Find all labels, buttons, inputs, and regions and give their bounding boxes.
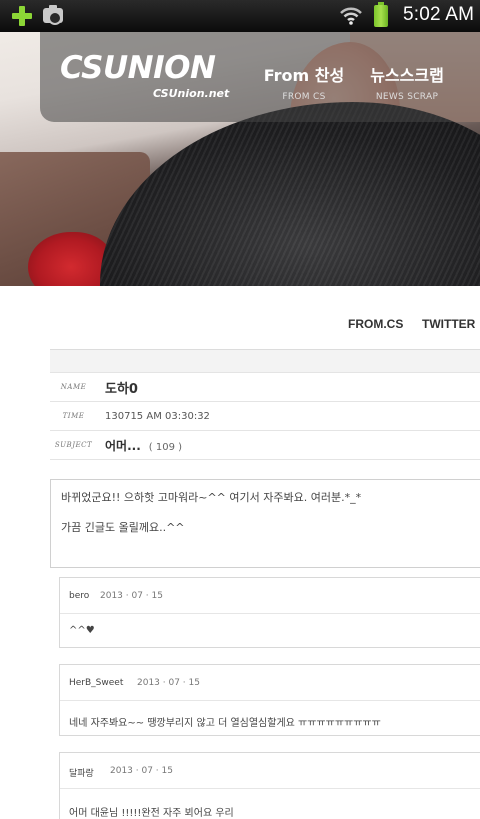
camera-icon[interactable] (43, 5, 63, 25)
clock: 5:02 AM (403, 4, 475, 25)
subject-label: SUBJECT (54, 441, 93, 449)
post-author: 도하0 (105, 382, 138, 397)
subnav-from-cs[interactable]: FROM.CS (348, 317, 403, 331)
comment: 달파랑 2013 · 07 · 15 어머 대윤님 !!!!!완전 자주 뵈어요… (59, 752, 480, 819)
comment: HerB_Sweet 2013 · 07 · 15 네네 자주봐요~~ 땡깡부리… (59, 664, 480, 736)
comment-header: bero 2013 · 07 · 15 (60, 578, 480, 614)
comment: bero 2013 · 07 · 15 ^^♥ (59, 577, 480, 648)
comment-text: 네네 자주봐요~~ 땡깡부리지 않고 더 열심열심할게요 ㅠㅠㅠㅠㅠㅠㅠㅠㅠ (69, 718, 381, 729)
header-banner: CSUNION CSUnion.net From 찬성 FROM CS 뉴스스크… (0, 32, 480, 286)
comment-header: HerB_Sweet 2013 · 07 · 15 (60, 665, 480, 701)
nav-item-from-cs[interactable]: From 찬성 FROM CS (262, 62, 346, 102)
post-row-name: NAME 도하0 (50, 373, 480, 402)
nav-item-label: From 찬성 (263, 66, 345, 85)
battery-icon (374, 2, 388, 27)
site-logo-url[interactable]: CSUnion.net (153, 87, 229, 100)
post-table-header-bar (50, 349, 480, 373)
nav-item-label: 뉴스스크랩 (370, 66, 444, 85)
post-time: 130715 AM 03:30:32 (105, 411, 210, 422)
nav-item-sublabel: FROM CS (282, 92, 326, 102)
post-row-subject: SUBJECT 어머... ( 109 ) (50, 431, 480, 460)
site-logo[interactable]: CSUNION (60, 50, 216, 86)
comment-date: 2013 · 07 · 15 (137, 678, 200, 688)
comment-author[interactable]: HerB_Sweet (69, 678, 123, 688)
comment-author[interactable]: bero (69, 591, 89, 601)
comment-text: 어머 대윤님 !!!!!완전 자주 뵈어요 우리 (69, 808, 234, 819)
comment-text: ^^♥ (69, 625, 95, 636)
status-bar: 5:02 AM (0, 0, 480, 32)
banner-photo-hair (100, 102, 480, 286)
post-row-time: TIME 130715 AM 03:30:32 (50, 402, 480, 431)
comment-date: 2013 · 07 · 15 (110, 766, 173, 776)
time-label: TIME (62, 412, 85, 420)
post-info-table: NAME 도하0 TIME 130715 AM 03:30:32 SUBJECT… (50, 349, 480, 460)
wifi-icon (340, 7, 362, 25)
post-body: 바뀌었군요!! 으하핫 고마워라~^^ 여기서 자주봐요. 여러분.*_* 가끔… (50, 479, 480, 568)
view-count: ( 109 ) (148, 442, 183, 453)
plus-icon[interactable] (12, 6, 32, 26)
post-subject-text: 어머... (105, 439, 141, 453)
post-subject: 어머... ( 109 ) (105, 437, 182, 454)
nav-item-news-scrap[interactable]: 뉴스스크랩 NEWS SCRAP (366, 62, 448, 102)
comment-author[interactable]: 달파랑 (69, 766, 94, 779)
name-label: NAME (60, 383, 87, 391)
comment-header: 달파랑 2013 · 07 · 15 (60, 753, 480, 789)
post-body-line: 가끔 긴글도 올릴께요..^^ (61, 521, 185, 534)
nav-item-sublabel: NEWS SCRAP (375, 92, 439, 102)
subnav-twitter[interactable]: TWITTER (422, 317, 475, 331)
comment-date: 2013 · 07 · 15 (100, 591, 163, 601)
post-body-line: 바뀌었군요!! 으하핫 고마워라~^^ 여기서 자주봐요. 여러분.*_* (61, 491, 362, 504)
